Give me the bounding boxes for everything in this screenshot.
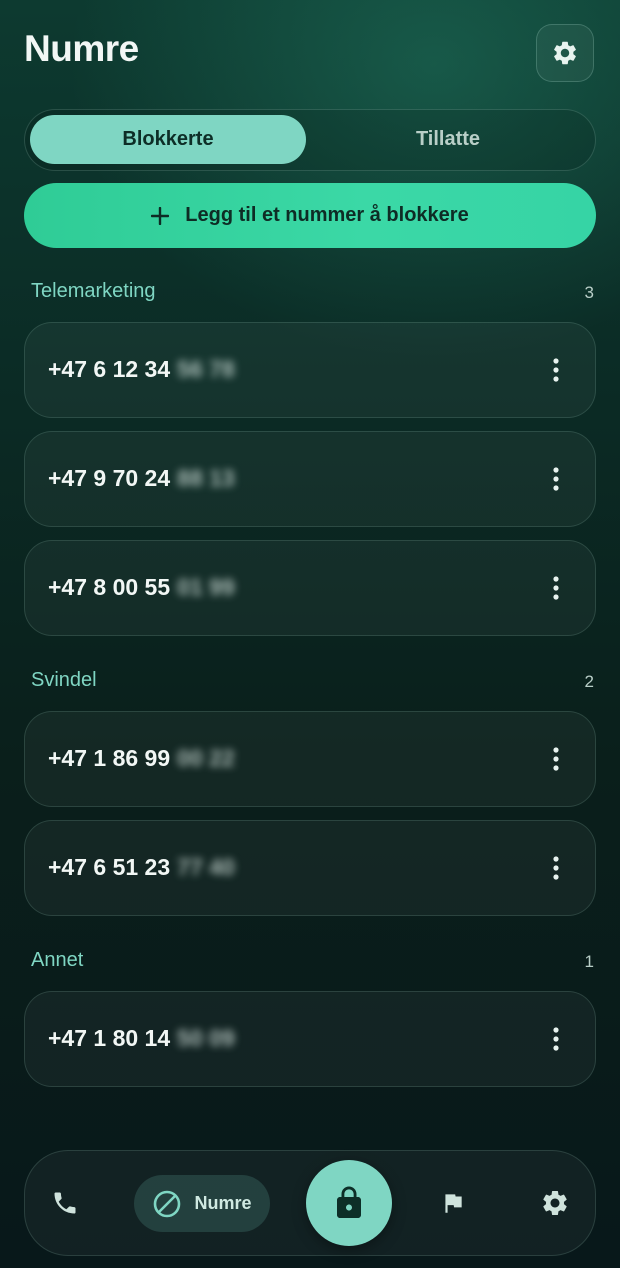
phone-number: +47 8 00 55 01 99 — [48, 541, 235, 634]
section-title-annet: Annet — [31, 949, 84, 971]
section-count-annet: 1 — [584, 952, 594, 971]
block-icon — [152, 1189, 182, 1219]
nav-phone-button[interactable] — [45, 1183, 85, 1223]
list-item[interactable]: +47 6 51 23 77 40 — [24, 820, 596, 916]
tab-tillatte[interactable]: Tillatte — [308, 115, 588, 164]
more-options-icon[interactable] — [549, 746, 563, 772]
more-options-icon[interactable] — [549, 1026, 563, 1052]
lock-icon — [331, 1185, 367, 1221]
tab-blokkerte[interactable]: Blokkerte — [30, 115, 306, 164]
lock-button[interactable] — [306, 1160, 392, 1246]
phone-number-hidden: 50 09 — [177, 1025, 235, 1051]
section-count-telemarketing: 3 — [584, 283, 594, 302]
section-count-svindel: 2 — [584, 672, 594, 691]
more-options-icon[interactable] — [549, 466, 563, 492]
phone-number-hidden: 77 40 — [177, 854, 235, 880]
flag-icon — [440, 1190, 466, 1216]
phone-number-visible: +47 6 51 23 — [48, 854, 171, 880]
phone-number: +47 1 86 99 00 22 — [48, 712, 235, 805]
phone-number-visible: +47 1 86 99 — [48, 745, 171, 771]
settings-button[interactable] — [536, 24, 594, 82]
list-item[interactable]: +47 6 12 34 56 78 — [24, 322, 596, 418]
phone-number: +47 1 80 14 50 09 — [48, 992, 235, 1085]
plus-icon — [151, 206, 170, 225]
phone-number-hidden: 88 13 — [177, 465, 235, 491]
section-title-svindel: Svindel — [31, 669, 97, 691]
gear-icon — [540, 1188, 570, 1218]
gear-icon — [551, 39, 579, 67]
more-options-icon[interactable] — [549, 575, 563, 601]
list-item[interactable]: +47 1 80 14 50 09 — [24, 991, 596, 1087]
phone-number: +47 6 12 34 56 78 — [48, 323, 235, 416]
list-item[interactable]: +47 8 00 55 01 99 — [24, 540, 596, 636]
add-number-label: Legg til et nummer å blokkere — [185, 204, 469, 226]
phone-number-hidden: 01 99 — [177, 574, 235, 600]
page-title: Numre — [24, 28, 139, 69]
phone-number-hidden: 00 22 — [177, 745, 235, 771]
phone-number-hidden: 56 78 — [177, 356, 235, 382]
section-title-telemarketing: Telemarketing — [31, 280, 156, 302]
list-item[interactable]: +47 1 86 99 00 22 — [24, 711, 596, 807]
phone-number: +47 9 70 24 88 13 — [48, 432, 235, 525]
phone-number-visible: +47 1 80 14 — [48, 1025, 171, 1051]
more-options-icon[interactable] — [549, 357, 563, 383]
nav-settings-button[interactable] — [535, 1183, 575, 1223]
phone-icon — [51, 1189, 79, 1217]
add-number-button[interactable]: Legg til et nummer å blokkere — [24, 183, 596, 248]
phone-number-visible: +47 9 70 24 — [48, 465, 171, 491]
phone-number: +47 6 51 23 77 40 — [48, 821, 235, 914]
phone-number-visible: +47 6 12 34 — [48, 356, 171, 382]
nav-flag-button[interactable] — [433, 1183, 473, 1223]
phone-number-visible: +47 8 00 55 — [48, 574, 171, 600]
more-options-icon[interactable] — [549, 855, 563, 881]
nav-numre-label: Numre — [194, 1193, 252, 1213]
nav-numre-button[interactable]: Numre — [134, 1175, 270, 1232]
list-item[interactable]: +47 9 70 24 88 13 — [24, 431, 596, 527]
tab-switcher: Blokkerte Tillatte — [24, 109, 596, 171]
